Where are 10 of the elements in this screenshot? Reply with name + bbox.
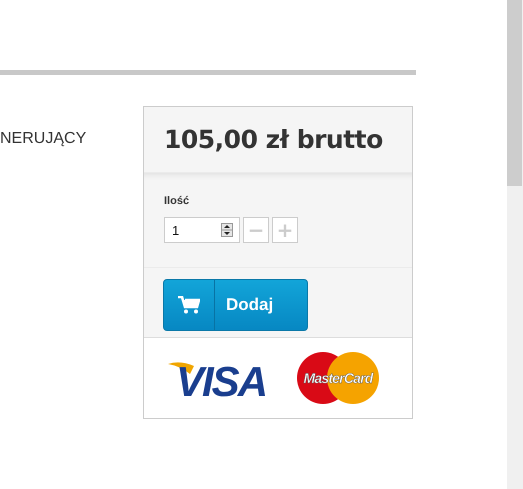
scrollbar-thumb[interactable] bbox=[507, 0, 522, 186]
price: 105,00 zł brutto bbox=[164, 125, 383, 154]
quantity-label: Ilość bbox=[164, 195, 190, 207]
quantity-field[interactable]: 1 bbox=[164, 217, 240, 243]
scrollbar[interactable] bbox=[507, 0, 523, 489]
add-to-cart-button[interactable]: Dodaj bbox=[163, 279, 308, 331]
spinner-icon[interactable] bbox=[221, 223, 233, 237]
cart-icon bbox=[178, 296, 200, 314]
product-name: NERUJĄCY bbox=[0, 130, 88, 149]
visa-logo: VISA bbox=[166, 354, 296, 402]
